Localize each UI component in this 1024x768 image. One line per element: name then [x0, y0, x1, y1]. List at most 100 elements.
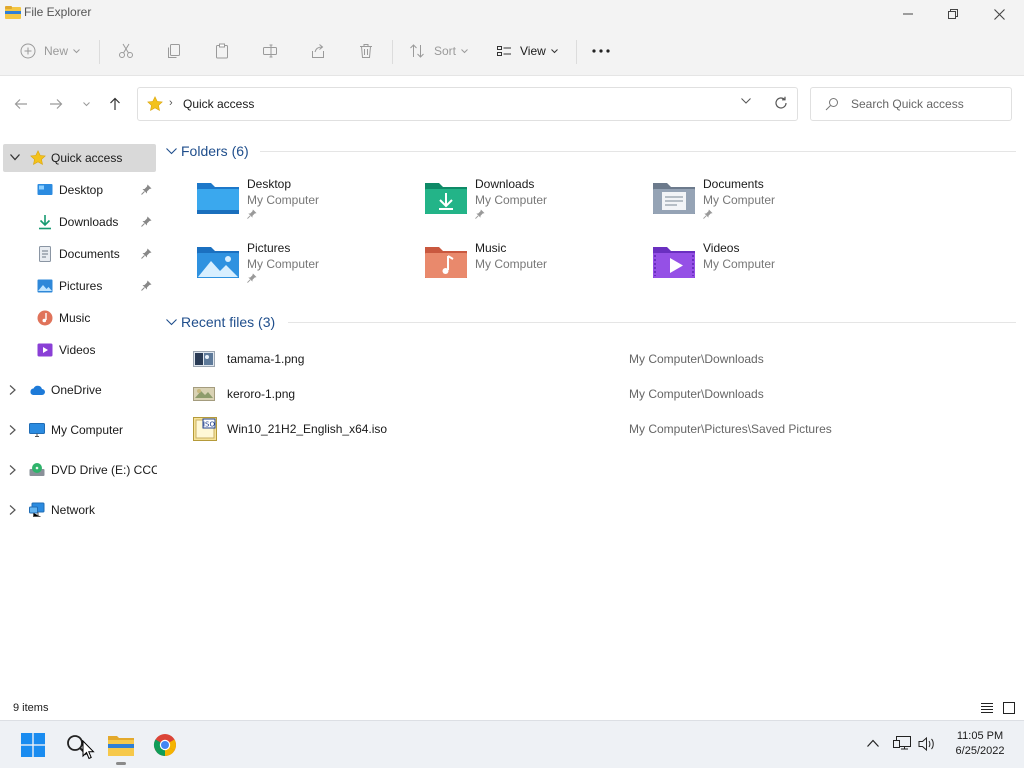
sidebar-item-label: Videos: [59, 343, 96, 357]
volume-icon[interactable]: [918, 736, 936, 752]
folder-tile-music[interactable]: Music My Computer: [424, 241, 644, 301]
refresh-icon[interactable]: [774, 96, 788, 110]
pin-icon[interactable]: [141, 184, 152, 195]
back-button[interactable]: [12, 95, 30, 113]
copy-button[interactable]: [166, 38, 182, 64]
close-icon: [993, 8, 1005, 20]
file-explorer-window: File Explorer New Sort View › Quick acce…: [0, 0, 1024, 720]
desktop-folder-icon: [197, 183, 239, 214]
network-status-icon[interactable]: [893, 736, 911, 752]
view-label: View: [520, 44, 546, 58]
start-button[interactable]: [17, 729, 49, 761]
delete-icon: [360, 44, 372, 58]
chevron-down-icon: [166, 318, 177, 325]
delete-button[interactable]: [358, 38, 374, 64]
close-button[interactable]: [976, 0, 1022, 28]
item-count: 9 items: [13, 702, 49, 714]
sidebar-item-pictures[interactable]: Pictures: [0, 272, 158, 300]
forward-button[interactable]: [47, 95, 65, 113]
sidebar-item-desktop[interactable]: Desktop: [0, 176, 158, 204]
toolbar-separator: [576, 40, 577, 64]
sidebar-item-label: Music: [59, 311, 91, 325]
chevron-right-icon[interactable]: [9, 425, 16, 435]
more-options-button[interactable]: [592, 38, 610, 64]
view-button[interactable]: View: [496, 38, 558, 64]
minimize-icon: [903, 13, 913, 15]
address-bar[interactable]: › Quick access: [137, 87, 798, 121]
sidebar-item-videos[interactable]: Videos: [0, 336, 158, 364]
pin-icon[interactable]: [141, 248, 152, 259]
chevron-down-icon[interactable]: [10, 154, 20, 161]
sidebar-item-my-computer[interactable]: My Computer: [0, 416, 158, 444]
share-button[interactable]: [310, 38, 326, 64]
chevron-down-icon: [82, 101, 90, 106]
search-box[interactable]: Search Quick access: [810, 87, 1012, 121]
downloads-folder-icon: [425, 183, 467, 214]
recent-file-path: My Computer\Downloads: [629, 352, 764, 366]
clock-time: 11:05 PM: [956, 730, 1004, 742]
music-folder-icon: [425, 247, 467, 278]
new-button[interactable]: New: [20, 38, 80, 64]
details-view-icon[interactable]: [979, 700, 995, 716]
sidebar-item-dvd-drive[interactable]: DVD Drive (E:) CCCC: [0, 456, 158, 484]
restore-button[interactable]: [930, 0, 976, 28]
folders-section-header[interactable]: Folders (6): [166, 143, 249, 159]
chevron-up-icon[interactable]: [867, 739, 879, 747]
tiles-view-icon[interactable]: [1001, 700, 1017, 716]
sidebar-item-documents[interactable]: Documents: [0, 240, 158, 268]
pin-icon[interactable]: [141, 280, 152, 291]
folder-tile-downloads[interactable]: Downloads My Computer: [424, 177, 644, 237]
restore-icon: [948, 9, 958, 19]
sidebar-item-onedrive[interactable]: OneDrive: [0, 376, 158, 404]
folder-location: My Computer: [703, 257, 776, 271]
folder-name: Videos: [703, 241, 740, 255]
sort-icon: [410, 44, 424, 58]
folder-name: Documents: [703, 177, 764, 191]
recent-file-row[interactable]: keroro-1.png My Computer\Downloads: [193, 382, 993, 408]
chevron-down-icon[interactable]: [741, 98, 751, 104]
folder-location: My Computer: [247, 257, 320, 271]
title-bar: File Explorer: [0, 0, 1024, 28]
rename-button[interactable]: [262, 38, 278, 64]
recent-file-row[interactable]: ISO Win10_21H2_English_x64.iso My Comput…: [193, 417, 993, 443]
folder-tile-desktop[interactable]: Desktop My Computer: [196, 177, 416, 237]
rename-icon: [263, 44, 277, 58]
cut-icon: [119, 43, 133, 58]
pin-icon[interactable]: [141, 216, 152, 227]
sort-label: Sort: [434, 44, 457, 58]
sidebar-item-label: Pictures: [59, 279, 103, 293]
content-pane: Folders (6) Desktop My Computer Download…: [158, 131, 1024, 689]
folder-name: Downloads: [475, 177, 535, 191]
new-icon: [20, 43, 36, 59]
folder-location: My Computer: [703, 193, 776, 207]
minimize-button[interactable]: [885, 0, 931, 28]
recent-files-section-header[interactable]: Recent files (3): [166, 314, 275, 330]
system-clock[interactable]: 11:05 PM 6/25/2022: [940, 729, 1020, 759]
recent-file-row[interactable]: tamama-1.png My Computer\Downloads: [193, 347, 993, 373]
cut-button[interactable]: [118, 38, 134, 64]
folder-tile-pictures[interactable]: Pictures My Computer: [196, 241, 416, 301]
sidebar-item-label: Network: [51, 503, 96, 517]
search-placeholder: Search Quick access: [851, 97, 964, 111]
star-icon: [30, 150, 46, 165]
section-divider: [260, 151, 1016, 152]
folder-tile-documents[interactable]: Documents My Computer: [652, 177, 872, 237]
taskbar-chrome[interactable]: [149, 729, 181, 761]
folder-tile-videos[interactable]: Videos My Computer: [652, 241, 872, 301]
status-bar: 9 items: [0, 697, 1024, 720]
sort-button[interactable]: Sort: [409, 38, 468, 64]
computer-icon: [29, 423, 45, 437]
sidebar-item-quick-access[interactable]: Quick access: [3, 144, 156, 172]
sidebar-item-network[interactable]: Network: [0, 496, 158, 524]
toolbar-separator: [392, 40, 393, 64]
sidebar-item-downloads[interactable]: Downloads: [0, 208, 158, 236]
up-button[interactable]: [106, 95, 124, 113]
chevron-right-icon[interactable]: [9, 465, 16, 475]
paste-button[interactable]: [214, 38, 230, 64]
chevron-right-icon[interactable]: [9, 505, 16, 515]
breadcrumb-location[interactable]: Quick access: [183, 97, 254, 111]
recent-locations-button[interactable]: [77, 95, 95, 113]
chevron-right-icon[interactable]: [9, 385, 16, 395]
sidebar-item-music[interactable]: Music: [0, 304, 158, 332]
taskbar-file-explorer[interactable]: [105, 729, 137, 761]
